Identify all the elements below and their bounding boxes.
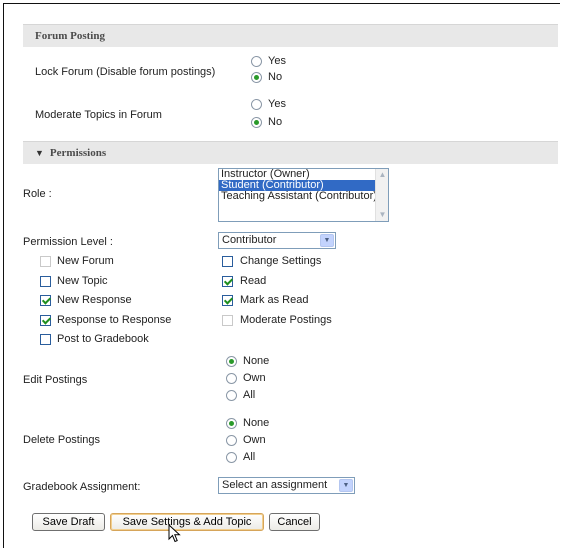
delete-none-radio[interactable] xyxy=(226,418,237,429)
change-settings-label: Change Settings xyxy=(240,255,322,267)
role-option-teaching-assistant[interactable]: Teaching Assistant (Contributor) xyxy=(219,191,388,202)
permission-level-value: Contributor xyxy=(222,234,277,246)
delete-all-radio[interactable] xyxy=(226,452,237,463)
read-label: Read xyxy=(240,275,267,287)
gradebook-assignment-select[interactable]: Select an assignment ▼ xyxy=(218,477,355,494)
moderate-postings-label: Moderate Postings xyxy=(240,314,332,326)
delete-none-label: None xyxy=(243,417,270,429)
moderate-yes-radio[interactable] xyxy=(251,99,262,110)
edit-none-label: None xyxy=(243,355,270,367)
forum-posting-title: Forum Posting xyxy=(35,30,105,42)
permission-level-select[interactable]: Contributor ▼ xyxy=(218,232,336,249)
delete-all-label: All xyxy=(243,451,256,463)
collapse-triangle-icon[interactable]: ▼ xyxy=(35,148,44,158)
new-forum-checkbox xyxy=(40,256,51,267)
cancel-button[interactable]: Cancel xyxy=(269,513,320,531)
permissions-title: Permissions xyxy=(49,147,107,159)
response-to-response-checkbox[interactable] xyxy=(40,315,51,326)
lock-forum-no-label: No xyxy=(268,71,283,83)
mark-as-read-checkbox[interactable] xyxy=(222,295,233,306)
moderate-topics-label: Moderate Topics in Forum xyxy=(35,109,162,121)
mouse-pointer-icon xyxy=(168,524,181,543)
role-label: Role : xyxy=(23,188,52,200)
scroll-down-arrow-icon[interactable]: ▼ xyxy=(376,210,388,220)
moderate-no-radio[interactable] xyxy=(251,117,262,128)
edit-own-radio[interactable] xyxy=(226,373,237,384)
new-forum-label: New Forum xyxy=(57,255,114,267)
dropdown-arrow-icon: ▼ xyxy=(339,479,353,492)
response-to-response-label: Response to Response xyxy=(57,314,172,326)
save-draft-button[interactable]: Save Draft xyxy=(32,513,105,531)
read-checkbox[interactable] xyxy=(222,276,233,287)
moderate-yes-label: Yes xyxy=(268,98,286,110)
new-response-checkbox[interactable] xyxy=(40,295,51,306)
lock-forum-no-radio[interactable] xyxy=(251,72,262,83)
save-settings-add-topic-button[interactable]: Save Settings & Add Topic xyxy=(110,513,264,531)
edit-all-radio[interactable] xyxy=(226,390,237,401)
delete-own-radio[interactable] xyxy=(226,435,237,446)
moderate-postings-checkbox xyxy=(222,315,233,326)
new-topic-label: New Topic xyxy=(57,275,108,287)
scroll-up-arrow-icon[interactable]: ▲ xyxy=(376,170,388,180)
lock-forum-yes-label: Yes xyxy=(268,55,286,67)
edit-postings-label: Edit Postings xyxy=(23,374,88,386)
new-topic-checkbox[interactable] xyxy=(40,276,51,287)
edit-own-label: Own xyxy=(243,372,266,384)
new-response-label: New Response xyxy=(57,294,132,306)
moderate-no-label: No xyxy=(268,116,283,128)
edit-all-label: All xyxy=(243,389,256,401)
permissions-header[interactable]: ▼ Permissions xyxy=(23,141,558,164)
post-to-gradebook-label: Post to Gradebook xyxy=(57,333,149,345)
dropdown-arrow-icon: ▼ xyxy=(320,234,334,247)
permission-level-label: Permission Level : xyxy=(23,236,113,248)
forum-posting-header: Forum Posting xyxy=(23,24,558,47)
mark-as-read-label: Mark as Read xyxy=(240,294,309,306)
edit-none-radio[interactable] xyxy=(226,356,237,367)
role-listbox-scrollbar[interactable]: ▲ ▼ xyxy=(375,169,388,221)
change-settings-checkbox[interactable] xyxy=(222,256,233,267)
post-to-gradebook-checkbox[interactable] xyxy=(40,334,51,345)
role-listbox[interactable]: Instructor (Owner) Student (Contributor)… xyxy=(218,168,389,222)
lock-forum-yes-radio[interactable] xyxy=(251,56,262,67)
lock-forum-label: Lock Forum (Disable forum postings) xyxy=(35,66,216,78)
delete-own-label: Own xyxy=(243,434,266,446)
gradebook-assignment-label: Gradebook Assignment: xyxy=(23,481,141,493)
delete-postings-label: Delete Postings xyxy=(23,434,101,446)
gradebook-assignment-value: Select an assignment xyxy=(222,479,328,491)
